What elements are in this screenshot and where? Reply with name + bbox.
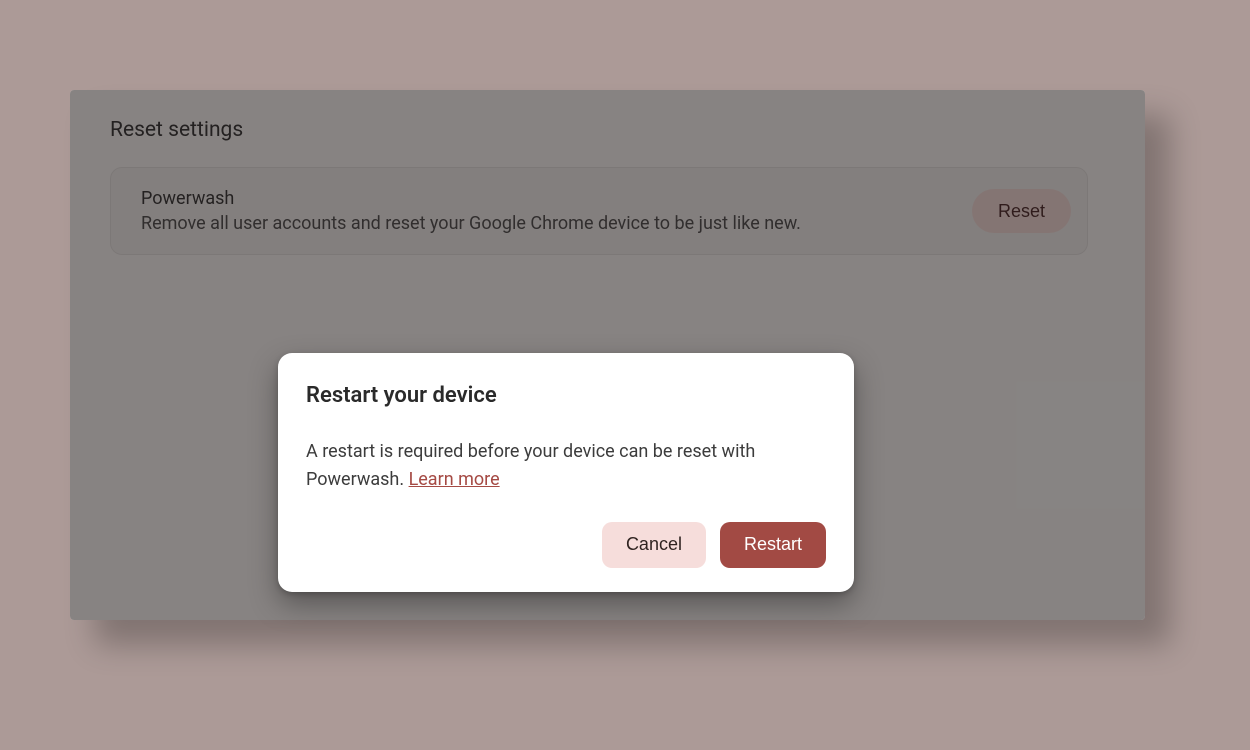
restart-dialog-body: A restart is required before your device… [306, 438, 826, 494]
learn-more-link[interactable]: Learn more [409, 469, 500, 490]
stage: Reset settings Powerwash Remove all user… [0, 0, 1250, 750]
cancel-button[interactable]: Cancel [602, 522, 706, 568]
restart-dialog-body-text: A restart is required before your device… [306, 441, 755, 490]
restart-dialog-title: Restart your device [306, 383, 826, 408]
restart-dialog: Restart your device A restart is require… [278, 353, 854, 592]
restart-dialog-actions: Cancel Restart [306, 522, 826, 568]
restart-button[interactable]: Restart [720, 522, 826, 568]
